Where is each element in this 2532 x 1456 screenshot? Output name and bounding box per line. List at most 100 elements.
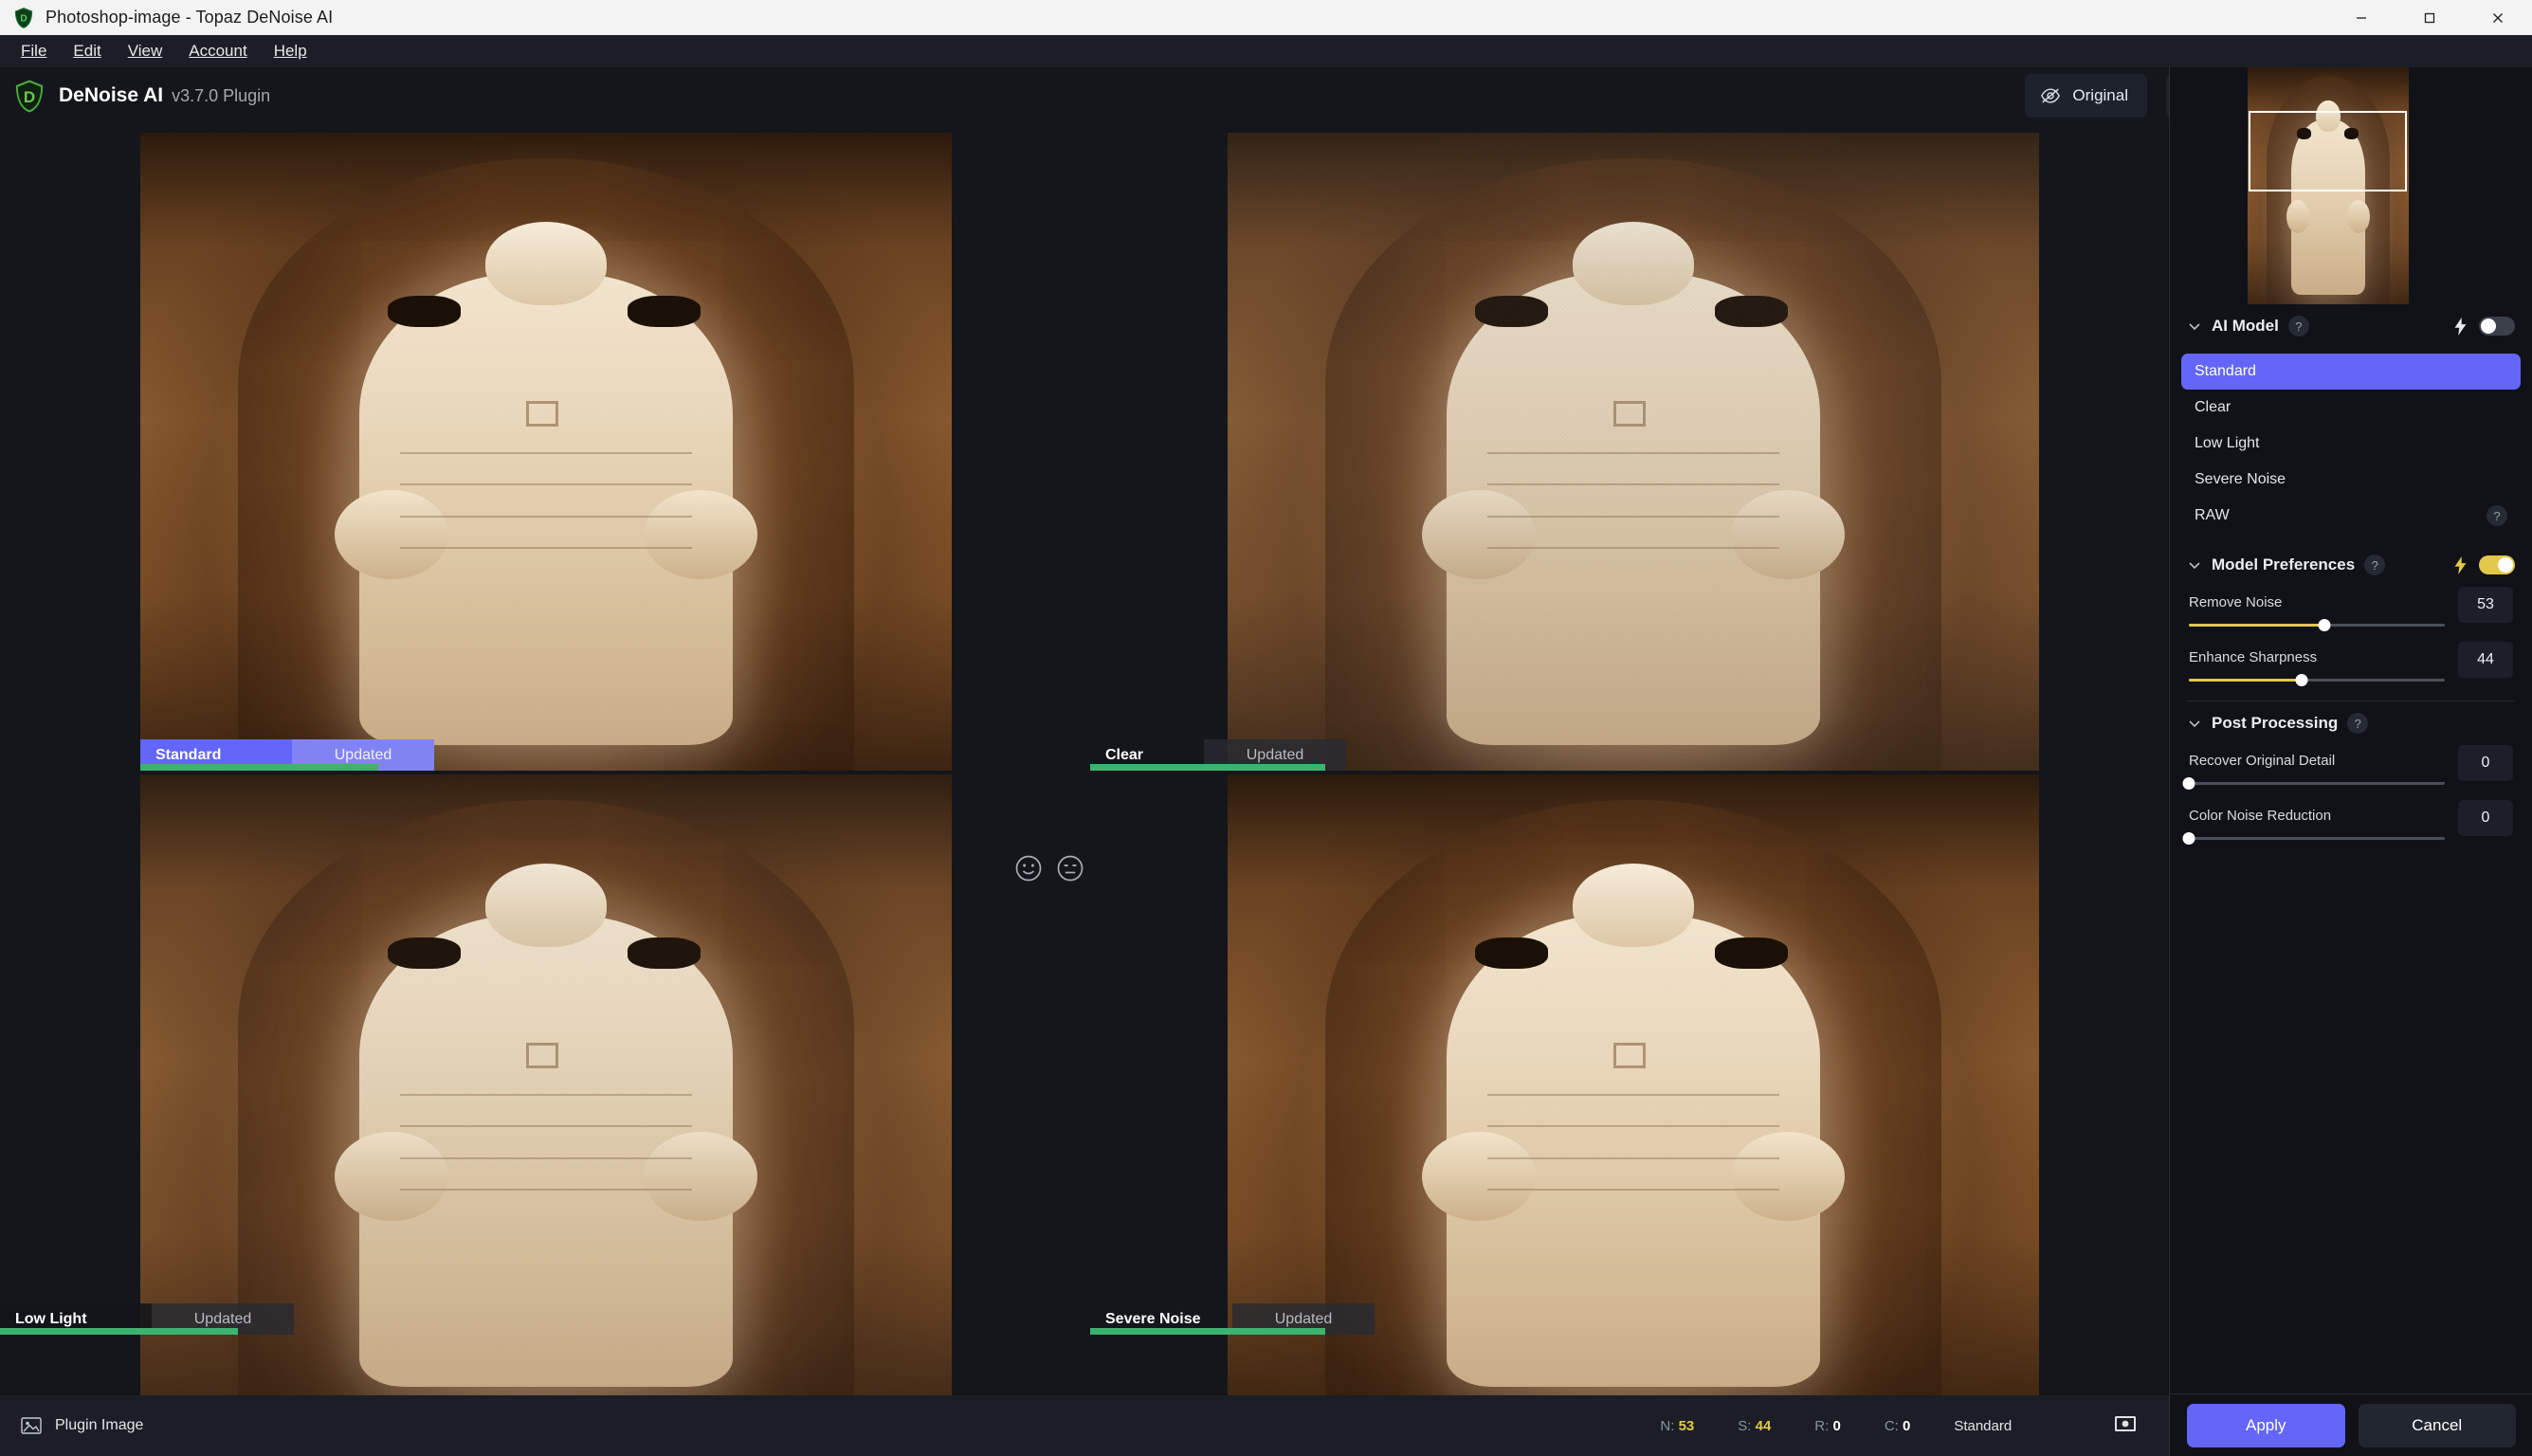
model-preferences-help-icon[interactable]: ? [2364, 555, 2386, 575]
remove-noise-label: Remove Noise [2189, 594, 2283, 610]
post-processing-header[interactable]: Post Processing ? [2187, 701, 2515, 745]
app-header: D DeNoise AI v3.7.0 Plugin Original [0, 67, 2532, 124]
model-option-raw-label: RAW [2195, 507, 2230, 523]
image-canvas[interactable]: Standard Updated Clear Updated Low Light… [0, 124, 2168, 1412]
post-processing-section: Post Processing ? [2170, 701, 2532, 745]
quadrant-clear[interactable] [1228, 133, 2039, 771]
status-stat-noise-key: N: [1660, 1417, 1675, 1434]
eye-slash-icon [2041, 88, 2061, 103]
quadrant-severe-noise-progress [1090, 1328, 1325, 1335]
minimize-button[interactable] [2327, 0, 2395, 35]
color-noise-reduction-value[interactable]: 0 [2458, 800, 2513, 836]
model-option-raw[interactable]: RAW ? [2181, 498, 2521, 534]
denoise-shield-logo-icon: D [15, 80, 44, 112]
status-model-name: Standard [1954, 1417, 2013, 1434]
lightning-bolt-icon [2454, 317, 2467, 336]
app-version: v3.7.0 Plugin [172, 85, 271, 105]
menu-edit-label: Edit [73, 42, 101, 60]
model-option-raw-help-icon[interactable]: ? [2486, 505, 2507, 526]
original-button-label: Original [2072, 86, 2128, 104]
status-bar: Plugin Image N: 53 S: 44 R: 0 C: 0 Stand… [0, 1395, 2169, 1456]
ai-model-header[interactable]: AI Model ? [2187, 304, 2515, 348]
color-noise-reduction-label: Color Noise Reduction [2189, 808, 2332, 824]
quadrant-standard[interactable]: Standard Updated [140, 133, 952, 771]
smiley-happy-icon[interactable] [1014, 854, 1043, 883]
model-option-severe-noise[interactable]: Severe Noise [2181, 462, 2521, 498]
menu-help-label: Help [273, 42, 307, 60]
model-option-low-light[interactable]: Low Light [2181, 426, 2521, 462]
menu-bar: File Edit View Account Help [0, 35, 2532, 67]
window-title-text: Photoshop-image - Topaz DeNoise AI [46, 8, 334, 27]
quadrant-standard-image [140, 133, 952, 771]
quadrant-standard-progress [140, 764, 378, 771]
enhance-sharpness-value[interactable]: 44 [2458, 642, 2513, 678]
quadrant-clear-feedback[interactable] [1014, 854, 1084, 883]
remove-noise-value[interactable]: 53 [2458, 587, 2513, 623]
menu-help[interactable]: Help [261, 38, 320, 64]
model-option-low-light-label: Low Light [2195, 435, 2260, 451]
quadrant-clear-image [1228, 133, 2039, 771]
model-preferences-auto-toggle[interactable] [2479, 555, 2515, 574]
status-stat-color: C: 0 [1885, 1418, 1911, 1434]
settings-panel: AI Model ? Standard Clear Low Light Seve… [2169, 67, 2532, 1456]
recover-original-detail-slider-block: Recover Original Detail 0 [2182, 745, 2513, 790]
menu-file[interactable]: File [8, 38, 60, 64]
lightning-bolt-icon [2454, 555, 2467, 574]
enhance-sharpness-slider[interactable] [2189, 674, 2445, 686]
ai-model-section: AI Model ? [2170, 304, 2532, 348]
status-stat-recover: R: 0 [1814, 1418, 1841, 1434]
navigator-thumbnail[interactable] [2170, 67, 2532, 304]
recover-original-detail-slider[interactable] [2182, 777, 2445, 790]
model-preferences-header[interactable]: Model Preferences ? [2187, 543, 2515, 587]
menu-edit[interactable]: Edit [60, 38, 114, 64]
close-button[interactable] [2464, 0, 2532, 35]
model-option-clear[interactable]: Clear [2181, 390, 2521, 426]
menu-view-label: View [127, 42, 163, 60]
post-processing-help-icon[interactable]: ? [2347, 713, 2369, 734]
status-stat-recover-value: 0 [1832, 1417, 1841, 1434]
post-processing-title: Post Processing [2212, 714, 2339, 732]
status-stat-sharpness-key: S: [1738, 1417, 1752, 1434]
chevron-down-icon[interactable] [2187, 318, 2202, 334]
ai-model-auto-toggle[interactable] [2479, 317, 2515, 336]
ai-model-list: Standard Clear Low Light Severe Noise RA… [2181, 354, 2521, 534]
status-stat-color-key: C: [1884, 1417, 1899, 1434]
model-option-standard-label: Standard [2195, 363, 2256, 379]
ai-model-help-icon[interactable]: ? [2287, 316, 2309, 337]
apply-button[interactable]: Apply [2187, 1403, 2345, 1447]
menu-account[interactable]: Account [175, 38, 260, 64]
cancel-button[interactable]: Cancel [2358, 1403, 2516, 1447]
svg-text:D: D [24, 87, 35, 105]
menu-account-label: Account [189, 42, 247, 60]
smiley-neutral-icon[interactable] [1056, 854, 1084, 883]
remove-noise-slider[interactable] [2189, 619, 2445, 631]
chevron-down-icon[interactable] [2187, 716, 2202, 731]
svg-text:D: D [20, 13, 27, 24]
quadrant-low-light-progress [0, 1328, 238, 1335]
close-icon [2493, 12, 2503, 23]
app-brand: D DeNoise AI v3.7.0 Plugin [13, 79, 270, 114]
status-stat-noise-value: 53 [1678, 1417, 1695, 1434]
recover-original-detail-label: Recover Original Detail [2189, 753, 2336, 769]
compare-view-icon [2115, 1415, 2136, 1431]
status-image-info[interactable]: Plugin Image [21, 1417, 143, 1434]
remove-noise-slider-block: Remove Noise 53 [2189, 587, 2513, 631]
quadrant-clear-progress [1090, 764, 1325, 771]
model-option-standard[interactable]: Standard [2181, 354, 2521, 390]
model-option-severe-noise-label: Severe Noise [2195, 471, 2286, 487]
status-compare-button[interactable] [2114, 1415, 2137, 1437]
model-option-clear-label: Clear [2195, 399, 2231, 415]
original-toggle-button[interactable]: Original [2025, 74, 2147, 118]
window-title-bar: D Photoshop-image - Topaz DeNoise AI [0, 0, 2532, 35]
denoise-ai-window: D Photoshop-image - Topaz DeNoise AI Fil… [0, 0, 2532, 1456]
minimize-icon [2357, 16, 2366, 19]
maximize-icon [2424, 12, 2435, 23]
menu-view[interactable]: View [115, 38, 176, 64]
status-stat-noise: N: 53 [1660, 1418, 1694, 1434]
chevron-down-icon[interactable] [2187, 557, 2202, 573]
recover-original-detail-value[interactable]: 0 [2458, 745, 2513, 781]
model-preferences-title: Model Preferences [2212, 555, 2356, 573]
maximize-button[interactable] [2395, 0, 2464, 35]
color-noise-reduction-slider[interactable] [2182, 832, 2445, 845]
navigator-viewport-rectangle[interactable] [2249, 111, 2407, 191]
